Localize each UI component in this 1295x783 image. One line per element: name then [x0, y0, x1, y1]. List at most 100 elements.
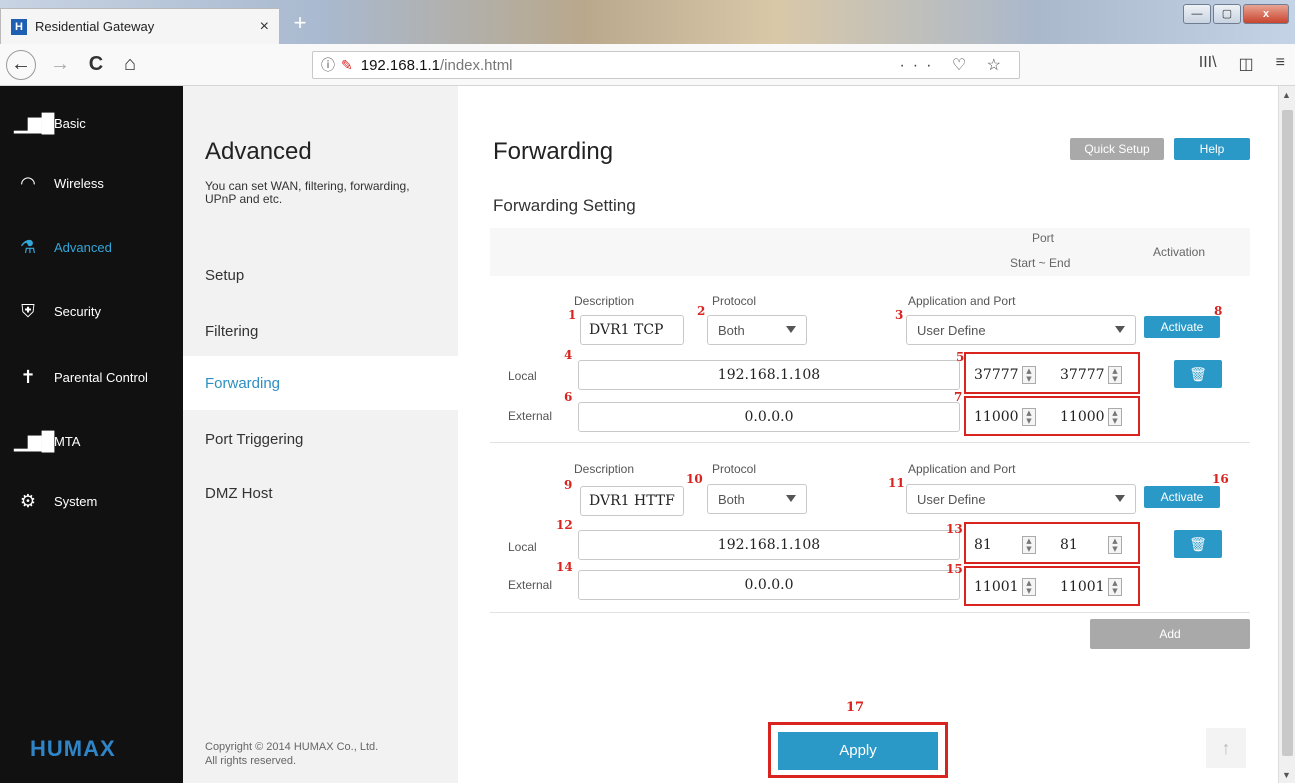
bar-chart-icon: ▁▆█: [14, 430, 55, 451]
external-start-port-stepper[interactable]: 11001 ▲ ▼: [968, 574, 1046, 600]
tab-close-icon[interactable]: ×: [260, 18, 269, 36]
quick-setup-button[interactable]: Quick Setup: [1070, 138, 1164, 160]
external-end-port-stepper[interactable]: 11000 ▲ ▼: [1054, 404, 1132, 430]
spinner-arrows-icon[interactable]: ▲ ▼: [1022, 578, 1036, 596]
sidebar-item-label: Basic: [54, 115, 86, 131]
sidebar-item-system[interactable]: ⚙ System: [14, 486, 97, 516]
help-button[interactable]: Help: [1174, 138, 1250, 160]
sidebar-item-security[interactable]: ⛨ Security: [14, 296, 101, 326]
local-start-port-stepper[interactable]: 37777 ▲ ▼: [968, 362, 1046, 388]
application-select[interactable]: User Define: [906, 484, 1136, 514]
port-value: 81: [974, 537, 992, 553]
protocol-select[interactable]: Both: [707, 315, 807, 345]
insecure-lock-icon[interactable]: ✎: [341, 57, 353, 74]
local-end-port-stepper[interactable]: 81 ▲ ▼: [1054, 532, 1132, 558]
sidebar-item-parental-control[interactable]: ✝ Parental Control: [14, 362, 148, 392]
section-heading: Advanced: [205, 138, 312, 165]
close-window-button[interactable]: x: [1243, 4, 1289, 24]
annotation-marker: 14: [556, 560, 573, 574]
sidebar-item-mta[interactable]: ▁▆█ MTA: [14, 426, 80, 456]
description-label: Description: [574, 462, 635, 476]
trash-icon: 🗑: [1189, 536, 1207, 552]
back-button[interactable]: ←: [6, 50, 36, 80]
subnav-item-dmz-host[interactable]: DMZ Host: [183, 466, 458, 520]
sidebar-toggle-icon[interactable]: ◫: [1239, 54, 1254, 74]
annotation-marker: 2: [697, 304, 706, 318]
scrollbar-thumb[interactable]: [1282, 110, 1293, 756]
divider: [490, 442, 1250, 443]
home-button[interactable]: ⌂: [116, 50, 144, 78]
port-value: 81: [1060, 537, 1078, 553]
annotation-marker: 17: [846, 700, 865, 715]
library-icon[interactable]: III\: [1199, 54, 1217, 74]
sidebar-item-label: Wireless: [54, 175, 104, 191]
sidebar-item-advanced[interactable]: ⚗ Advanced: [14, 232, 112, 262]
spinner-arrows-icon[interactable]: ▲ ▼: [1108, 536, 1122, 554]
protocol-value: Both: [718, 322, 745, 338]
external-end-port-stepper[interactable]: 11001 ▲ ▼: [1054, 574, 1132, 600]
window-titlebar: H Residential Gateway × + — ▢ x: [0, 0, 1295, 44]
spinner-arrows-icon[interactable]: ▲ ▼: [1022, 366, 1036, 384]
local-ip-input[interactable]: 192.168.1.108: [578, 530, 960, 560]
forward-button[interactable]: →: [46, 50, 74, 78]
spinner-arrows-icon[interactable]: ▲ ▼: [1108, 578, 1122, 596]
activate-button[interactable]: Activate: [1144, 316, 1220, 338]
main-content: Forwarding Quick Setup Help Forwarding S…: [458, 86, 1278, 783]
info-icon[interactable]: ⓘ: [321, 55, 335, 75]
sidebar-item-basic[interactable]: ▁▆█ Basic: [14, 108, 86, 138]
menu-icon[interactable]: ≡: [1276, 54, 1285, 74]
main-sidebar: ▁▆█ Basic ◠ Wireless ⚗ Advanced ⛨ Securi…: [0, 86, 183, 783]
spinner-arrows-icon[interactable]: ▲ ▼: [1022, 536, 1036, 554]
external-start-port-stepper[interactable]: 11000 ▲ ▼: [968, 404, 1046, 430]
page-title: Forwarding: [493, 138, 614, 165]
scroll-to-top-button[interactable]: ↑: [1206, 728, 1246, 768]
annotation-marker: 10: [686, 472, 703, 486]
url-actions-icon[interactable]: ··· ♡ ☆: [899, 55, 1009, 75]
annotation-marker: 1: [568, 308, 577, 322]
subnav-item-port-triggering[interactable]: Port Triggering: [183, 412, 458, 466]
annotation-marker: 4: [564, 348, 573, 362]
external-ip-input[interactable]: 0.0.0.0: [578, 402, 960, 432]
sidebar-item-wireless[interactable]: ◠ Wireless: [14, 168, 104, 198]
humax-logo: HUMAX: [30, 736, 116, 761]
scroll-up-icon[interactable]: ▲: [1282, 90, 1291, 100]
reload-button[interactable]: C: [82, 50, 110, 78]
browser-tab[interactable]: H Residential Gateway ×: [0, 8, 280, 44]
spinner-arrows-icon[interactable]: ▲ ▼: [1022, 408, 1036, 426]
annotation-marker: 9: [564, 478, 573, 492]
subnav-item-forwarding[interactable]: Forwarding: [183, 356, 458, 410]
spinner-arrows-icon[interactable]: ▲ ▼: [1108, 408, 1122, 426]
application-value: User Define: [917, 491, 986, 507]
subnav-item-filtering[interactable]: Filtering: [183, 304, 458, 358]
new-tab-button[interactable]: +: [288, 12, 312, 36]
maximize-button[interactable]: ▢: [1213, 4, 1241, 24]
local-ip-input[interactable]: 192.168.1.108: [578, 360, 960, 390]
application-select[interactable]: User Define: [906, 315, 1136, 345]
description-label: Description: [574, 294, 635, 308]
external-ip-input[interactable]: 0.0.0.0: [578, 570, 960, 600]
url-bar[interactable]: ⓘ ✎ 192.168.1.1/index.html ··· ♡ ☆: [312, 51, 1020, 79]
protocol-label: Protocol: [712, 294, 757, 308]
delete-rule-button[interactable]: 🗑: [1174, 530, 1222, 558]
add-rule-button[interactable]: Add: [1090, 619, 1250, 649]
chevron-down-icon: [786, 326, 796, 333]
description-input[interactable]: DVR1 TCP: [580, 315, 684, 345]
annotation-marker: 12: [556, 518, 573, 532]
delete-rule-button[interactable]: 🗑: [1174, 360, 1222, 388]
subnav-item-setup[interactable]: Setup: [183, 248, 458, 302]
description-input[interactable]: DVR1 HTTF: [580, 486, 684, 516]
copyright: Copyright © 2014 HUMAX Co., Ltd. All rig…: [205, 740, 378, 768]
protocol-select[interactable]: Both: [707, 484, 807, 514]
shield-icon: ⛨: [21, 300, 35, 321]
minimize-button[interactable]: —: [1183, 4, 1211, 24]
apply-button[interactable]: Apply: [778, 732, 938, 770]
page-scrollbar[interactable]: ▲ ▼: [1278, 86, 1295, 783]
sidebar-item-label: Security: [54, 303, 101, 319]
application-value: User Define: [917, 322, 986, 338]
family-icon: ✝: [20, 366, 36, 387]
scroll-down-icon[interactable]: ▼: [1282, 770, 1291, 780]
activate-button[interactable]: Activate: [1144, 486, 1220, 508]
local-end-port-stepper[interactable]: 37777 ▲ ▼: [1054, 362, 1132, 388]
spinner-arrows-icon[interactable]: ▲ ▼: [1108, 366, 1122, 384]
local-start-port-stepper[interactable]: 81 ▲ ▼: [968, 532, 1046, 558]
